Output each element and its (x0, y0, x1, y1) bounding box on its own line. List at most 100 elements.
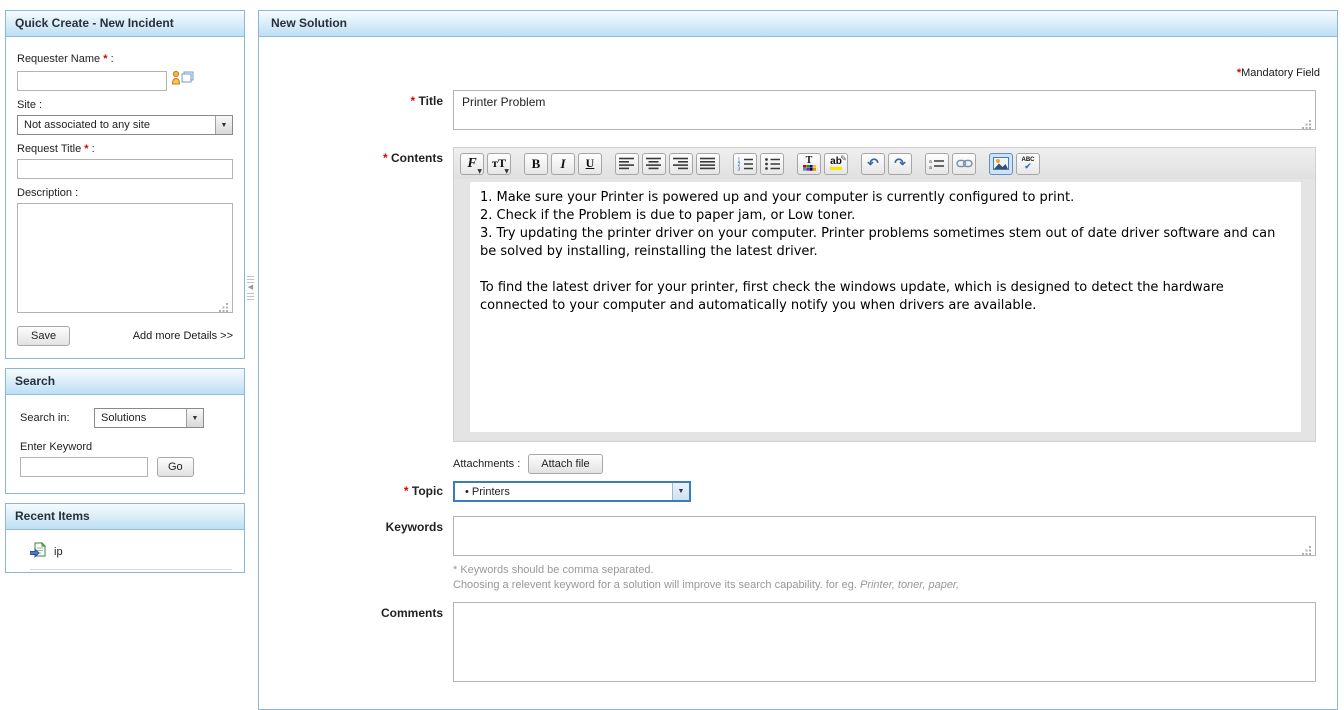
keywords-label: Keywords (385, 520, 443, 534)
title-textarea[interactable]: Printer Problem (453, 90, 1316, 130)
chevron-down-icon: ▼ (215, 116, 232, 134)
enter-keyword-label: Enter Keyword (20, 441, 93, 453)
search-in-select[interactable]: Solutions ▼ (94, 408, 204, 428)
quick-create-header: Quick Create - New Incident (6, 11, 244, 37)
font-color-button[interactable]: T (797, 152, 821, 175)
required-star: * (382, 151, 388, 165)
site-select[interactable]: Not associated to any site ▼ (17, 115, 233, 135)
svg-text:a: a (929, 165, 932, 170)
title-row: * Title Printer Problem (259, 90, 1337, 133)
site-label: Site : (17, 99, 43, 111)
comments-label: Comments (380, 606, 443, 620)
editor-toolbar: F ▼ тT ▼ B I U 123 T ab ✎ ↶ ↷ a a ABC ✔ (454, 148, 1315, 179)
undo-button[interactable]: ↶ (861, 152, 885, 175)
new-solution-panel: New Solution *Mandatory Field * Title Pr… (258, 10, 1338, 710)
quick-create-body: Requester Name * : Site : Not associated (6, 37, 244, 358)
image-icon (993, 157, 1009, 170)
requester-name-input[interactable] (17, 71, 167, 91)
search-header: Search (6, 369, 244, 395)
recent-items-panel: Recent Items ip (5, 503, 245, 573)
check-icon: ✔ (1024, 161, 1032, 172)
attach-file-button[interactable]: Attach file (528, 454, 603, 474)
required-star: * (103, 53, 108, 65)
comments-textarea[interactable] (453, 602, 1316, 682)
recent-items-title: Recent Items (15, 509, 90, 523)
link-icon (955, 159, 973, 168)
insert-hr-button[interactable]: aa (925, 152, 949, 175)
insert-image-button[interactable] (989, 152, 1013, 175)
chevron-down-icon: ▼ (504, 167, 509, 175)
ordered-list-icon: 123 (737, 157, 753, 171)
redo-button[interactable]: ↷ (888, 152, 912, 175)
keywords-help-line1: * Keywords should be comma separated. (453, 564, 654, 576)
new-solution-header: New Solution (259, 11, 1337, 37)
chevron-down-icon: ▼ (477, 167, 482, 175)
ordered-list-button[interactable]: 123 (733, 152, 757, 175)
topic-select[interactable]: • Printers ▼ (453, 481, 691, 502)
chevron-down-icon: ▼ (186, 409, 203, 427)
justify-button[interactable] (696, 152, 720, 175)
contents-label: * Contents (382, 151, 443, 165)
align-right-button[interactable] (669, 152, 693, 175)
add-more-details-link[interactable]: Add more Details >> (133, 330, 233, 342)
highlight-button[interactable]: ab ✎ (824, 152, 848, 175)
sidebar-collapse-handle[interactable]: ◀ (246, 268, 255, 308)
quick-create-panel: Quick Create - New Incident Requester Na… (5, 10, 245, 359)
required-star: * (84, 143, 89, 155)
align-center-button[interactable] (642, 152, 666, 175)
contents-row: * Contents F ▼ тT ▼ B I U 1 2 3 T ab ✎ ↶… (259, 133, 1337, 442)
keyword-search-input[interactable] (20, 457, 148, 477)
page-title: New Solution (271, 16, 347, 30)
contents-richtext[interactable]: 1. Make sure your Printer is powered up … (470, 182, 1301, 432)
keywords-help-line2: Choosing a relevent keyword for a soluti… (453, 579, 960, 591)
bold-button[interactable]: B (524, 152, 548, 175)
color-palette-icon (802, 165, 816, 171)
collapse-left-arrow-icon: ◀ (247, 284, 254, 291)
align-left-icon (619, 157, 634, 170)
description-textarea[interactable] (17, 203, 233, 313)
font-family-button[interactable]: F ▼ (460, 152, 484, 175)
align-left-button[interactable] (615, 152, 639, 175)
recent-items-header: Recent Items (6, 504, 244, 530)
pencil-icon: ✎ (840, 153, 847, 163)
topic-bullet: • (465, 485, 469, 498)
topic-row: * Topic • Printers ▼ (259, 481, 1337, 502)
recent-item[interactable]: ip (29, 535, 232, 570)
editor-content-area: 1. Make sure your Printer is powered up … (454, 179, 1315, 441)
chevron-down-icon: ▼ (672, 483, 689, 500)
mandatory-field-note: *Mandatory Field (1236, 67, 1320, 79)
topic-value: Printers (471, 485, 510, 498)
svg-text:3: 3 (737, 166, 740, 171)
search-title: Search (15, 374, 56, 388)
insert-hr-icon: aa (929, 159, 944, 170)
insert-link-button[interactable] (952, 152, 976, 175)
required-star: * (403, 484, 409, 498)
go-button[interactable]: Go (157, 457, 194, 477)
attachments-row: Attachments : Attach file (259, 454, 1337, 474)
request-title-input[interactable] (17, 159, 233, 179)
search-in-label: Search in: (20, 412, 70, 424)
recent-items-body: ip (6, 530, 244, 572)
request-title-label: Request Title * : (17, 143, 95, 155)
spellcheck-button[interactable]: ABC ✔ (1016, 152, 1040, 175)
italic-button[interactable]: I (551, 152, 575, 175)
keywords-textarea[interactable] (453, 516, 1316, 556)
description-label: Description : (17, 187, 79, 199)
quick-create-title: Quick Create - New Incident (15, 16, 174, 30)
search-body: Search in: Solutions ▼ Enter Keyword Go (6, 395, 244, 493)
required-star: * (410, 94, 416, 108)
unordered-list-icon (764, 157, 780, 170)
underline-button[interactable]: U (578, 152, 602, 175)
rich-text-editor: F ▼ тT ▼ B I U 123 T ab ✎ ↶ ↷ a a ABC ✔ … (453, 147, 1316, 442)
font-size-button[interactable]: тT ▼ (487, 152, 511, 175)
solution-document-icon (29, 541, 47, 561)
sidebar: Quick Create - New Incident Requester Na… (5, 10, 245, 582)
search-panel: Search Search in: Solutions ▼ Enter Keyw… (5, 368, 245, 494)
keywords-examples: Printer, toner, paper, (859, 579, 960, 591)
save-button[interactable]: Save (17, 326, 71, 346)
unordered-list-button[interactable] (760, 152, 784, 175)
select-requester-icon[interactable] (171, 69, 195, 90)
requester-name-label: Requester Name * : (17, 53, 114, 65)
title-label: * Title (410, 94, 443, 108)
